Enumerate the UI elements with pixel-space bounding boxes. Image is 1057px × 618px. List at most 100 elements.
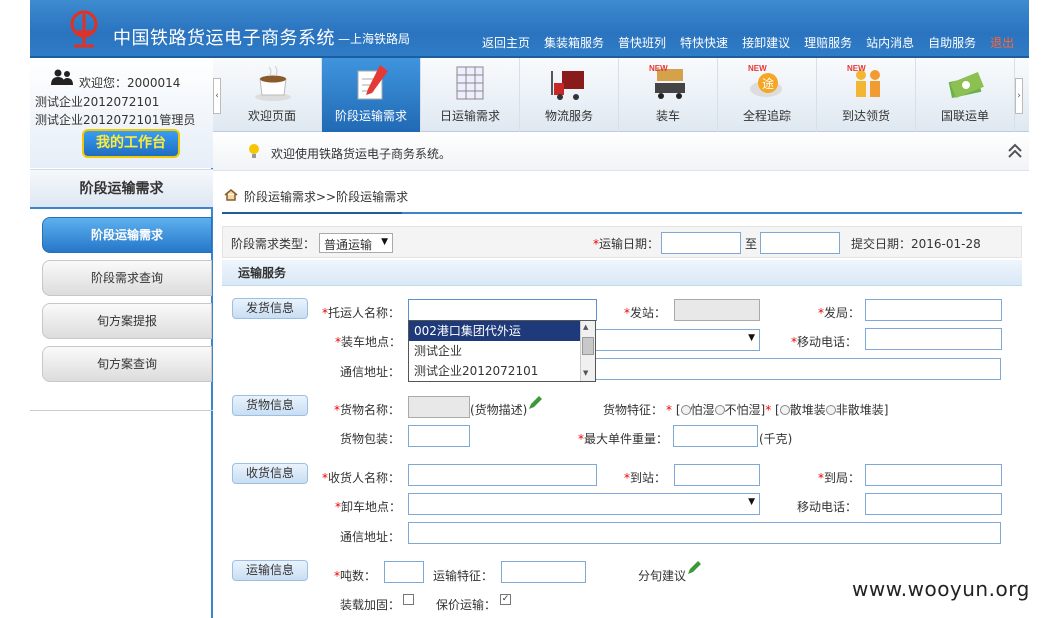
address-label: 通信地址： [340,365,401,379]
scroll-down-icon[interactable]: ▼ [583,369,588,377]
goods-name-input[interactable] [408,396,470,418]
breadcrumb: 阶段运输需求>>阶段运输需求 [222,184,1022,214]
consignee-mobile-label: 移动电话： [797,500,858,514]
reinforce-label: 装载加固： [340,598,401,612]
tab-logistics[interactable]: 物流服务 [520,58,619,132]
money-stack-icon [948,71,984,99]
nav-regular-train[interactable]: 普快班列 [618,34,666,51]
to-station-label: *到站： [624,471,667,485]
sidebar-item-plan-submit[interactable]: 旬方案提报 [42,303,212,339]
home-icon [224,189,238,201]
scroll-up-icon[interactable]: ▲ [583,323,588,331]
new-badge: NEW [649,64,668,73]
watermark: www.wooyun.org [852,577,1030,601]
tons-input[interactable] [384,561,424,583]
shipper-name-input[interactable] [408,299,597,321]
app-header: 中国铁路货运电子商务系统 —上海铁路局 返回主页 集装箱服务 普快班列 特快快速… [30,0,1029,58]
packing-label: 货物包装： [340,432,401,446]
toolbar-scroll-right-icon[interactable]: › [1015,78,1023,114]
reinforce-checkbox[interactable] [403,594,414,605]
tab-intl-waybill[interactable]: 国联运单 [916,58,1015,132]
new-badge: NEW [847,64,866,73]
to-bureau-label: *到局： [818,471,861,485]
edit-pencil-icon[interactable] [527,395,543,411]
sidebar-item-demand-query[interactable]: 阶段需求查询 [42,260,212,296]
radio-non-bulk[interactable] [825,405,836,415]
to-bureau-input[interactable] [865,464,1002,486]
max-weight-label: *最大单件重量： [578,432,669,446]
type-label: 阶段需求类型： [231,237,316,251]
group-goods: 货物信息 [232,395,308,416]
tab-label: 日运输需求 [439,109,500,123]
consignee-address-input[interactable] [408,522,1001,544]
breadcrumb-text: 阶段运输需求>>阶段运输需求 [244,190,409,204]
from-bureau-label: *发局： [818,306,861,320]
train-loading-icon: NEW [649,64,685,99]
consignee-mobile-input[interactable] [865,493,1002,515]
mobile-label: *移动电话： [791,335,858,349]
consignee-name-label: *收货人名称： [322,471,401,485]
autocomplete-option[interactable]: 测试企业 [409,341,581,361]
date-to-label: 至 [745,237,758,251]
nav-express[interactable]: 特快快速 [680,34,728,51]
tab-label: 装车 [655,109,680,123]
outer-left-margin [0,0,30,618]
shipper-name-label: *托运人名称： [322,306,401,320]
tab-label: 国联运单 [940,109,989,123]
insured-checkbox[interactable]: ✓ [500,594,511,605]
nav-logout[interactable]: 退出 [990,34,1014,51]
toolbar-scroll-left-icon[interactable]: ‹ [213,78,221,114]
type-select[interactable]: 普通运输 ▼ [319,233,393,253]
chevron-down-icon: ▼ [748,497,755,507]
ship-date-start-input[interactable] [661,232,741,254]
forklift-icon [551,71,584,100]
goods-feature-options: * [怕湿 不怕湿]* [散堆装 非散堆装] [666,403,889,417]
tab-label: 欢迎页面 [247,109,296,123]
unload-place-select[interactable]: ▼ [408,493,760,515]
nav-container[interactable]: 集装箱服务 [544,34,604,51]
nav-unload-advice[interactable]: 接卸建议 [742,34,790,51]
to-station-input[interactable] [674,464,760,486]
radio-no-fear-wet[interactable] [714,405,725,415]
notice-bar: 欢迎使用铁路货运电子商务系统。 [213,133,1029,171]
tab-welcome[interactable]: 欢迎页面 [223,58,322,132]
tab-loading[interactable]: NEW 装车 [619,58,718,132]
sidebar-item-plan-query[interactable]: 旬方案查询 [42,346,212,382]
nav-messages[interactable]: 站内消息 [866,34,914,51]
tracking-icon: 途 NEW [748,64,782,97]
edit-pencil-icon[interactable] [686,560,702,576]
autocomplete-option[interactable]: 002港口集团代外运 [409,321,581,341]
tab-stage-demand[interactable]: 阶段运输需求 [322,58,421,132]
nav-claims[interactable]: 理赔服务 [804,34,852,51]
nav-self-service[interactable]: 自助服务 [928,34,976,51]
users-icon [51,69,73,85]
from-bureau-input[interactable] [865,299,1002,321]
nav-home[interactable]: 返回主页 [482,34,530,51]
tab-daily-demand[interactable]: 日运输需求 [421,58,520,132]
packing-input[interactable] [408,425,470,447]
scrollbar[interactable]: ▲ ▼ [580,321,595,381]
transport-feature-input[interactable] [501,561,586,583]
max-weight-input[interactable] [673,425,758,447]
consignee-name-input[interactable] [408,464,597,486]
tab-arrival-pickup[interactable]: NEW 到达领货 [817,58,916,132]
tab-tracking[interactable]: 途 NEW 全程追踪 [718,58,817,132]
radio-fear-wet[interactable] [680,405,691,415]
tab-label: 到达领货 [841,109,890,123]
goods-desc-link[interactable]: (货物描述) [470,401,527,418]
ship-date-end-input[interactable] [760,232,840,254]
collapse-up-icon[interactable] [1007,143,1023,159]
scrollbar-thumb[interactable] [582,337,594,355]
my-workbench-button[interactable]: 我的工作台 [82,129,180,158]
from-station-input[interactable] [674,299,760,321]
sidebar-item-stage-demand[interactable]: 阶段运输需求 [42,217,212,253]
people-icon: NEW [847,64,880,97]
autocomplete-option[interactable]: 测试企业2012072101 [409,361,581,381]
goods-name-label: *货物名称： [334,403,401,417]
spreadsheet-icon [456,66,484,100]
mobile-input[interactable] [865,328,1002,350]
svg-text:途: 途 [762,76,774,91]
ten-day-advice-link[interactable]: 分旬建议 [638,567,686,584]
from-station-label: *发站： [624,306,667,320]
radio-bulk[interactable] [779,405,790,415]
